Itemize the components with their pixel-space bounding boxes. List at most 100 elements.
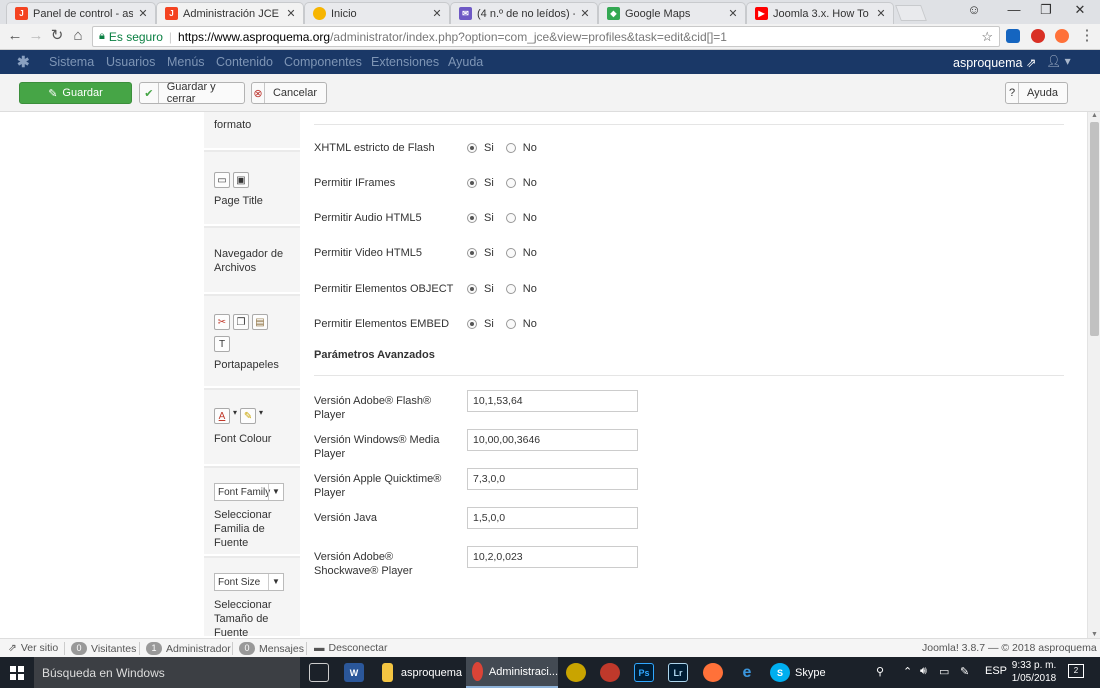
profile-icon[interactable]: ☺	[962, 2, 986, 17]
notifications-icon[interactable]: 2	[1068, 664, 1084, 678]
radio-yes[interactable]: Si	[467, 142, 494, 154]
radio-no[interactable]: No	[505, 142, 537, 154]
taskbar-app-skype[interactable]: S Skype	[766, 657, 826, 688]
help-button[interactable]: ? Ayuda	[1005, 82, 1068, 104]
shockwave-version-input[interactable]	[467, 546, 638, 568]
minimize-button[interactable]: —	[1002, 2, 1026, 17]
pen-icon[interactable]: ✎	[960, 665, 969, 678]
reload-icon[interactable]: ↻	[48, 28, 66, 44]
app-icon[interactable]	[566, 663, 586, 682]
scroll-down-arrow-icon[interactable]: ▼	[1088, 631, 1100, 638]
radio-yes[interactable]: Si	[467, 247, 494, 259]
menu-menus[interactable]: Menús	[167, 55, 205, 69]
messages-status[interactable]: 0 Mensajes	[239, 642, 304, 655]
close-icon[interactable]: ✕	[579, 7, 591, 20]
view-site-link[interactable]: ⇗ Ver sitio	[8, 642, 58, 654]
clock[interactable]: 9:33 p. m. 1/05/2018	[1005, 659, 1063, 685]
page-title-icon[interactable]: ▣	[233, 172, 249, 188]
windows-media-version-input[interactable]	[467, 429, 638, 451]
scroll-thumb[interactable]	[1090, 122, 1099, 336]
close-icon[interactable]: ✕	[137, 7, 149, 20]
menu-extensiones[interactable]: Extensiones	[371, 55, 439, 69]
back-arrow-icon[interactable]: ←	[6, 28, 24, 44]
close-icon[interactable]: ✕	[431, 7, 443, 20]
vertical-scrollbar[interactable]: ▲ ▼	[1087, 112, 1100, 638]
paste-text-icon[interactable]: T	[214, 336, 230, 352]
close-window-button[interactable]: ✕	[1068, 2, 1092, 18]
volume-icon[interactable]: 🔊︎	[920, 665, 927, 678]
word-icon[interactable]: W	[344, 663, 364, 682]
browser-tab-google-maps[interactable]: ◆ Google Maps ✕	[598, 2, 746, 24]
start-button[interactable]	[0, 657, 34, 688]
lightroom-icon[interactable]: Lr	[668, 663, 688, 682]
save-button[interactable]: ✎ Guardar	[19, 82, 132, 104]
save-and-close-button[interactable]: ✔ Guardar y cerrar	[139, 81, 245, 105]
plugin-group-page-title[interactable]: ▭ ▣ Page Title	[204, 152, 300, 226]
joomla-logo-icon[interactable]: ✱	[17, 53, 30, 71]
text-color-icon[interactable]: A	[214, 408, 230, 424]
java-version-input[interactable]	[467, 507, 638, 529]
taskbar-app-explorer[interactable]: asproquema	[376, 657, 462, 688]
restore-button[interactable]: ❐	[1034, 2, 1058, 18]
logout-link[interactable]: ▬ Desconectar	[314, 642, 387, 654]
user-menu-icon[interactable]: 👤︎ ▾	[1046, 54, 1071, 68]
chevron-down-icon[interactable]: ▾	[233, 408, 237, 424]
photoshop-icon[interactable]: Ps	[634, 663, 654, 682]
radio-yes[interactable]: Si	[467, 283, 494, 295]
extension-icon[interactable]	[1006, 29, 1020, 43]
chevron-down-icon[interactable]: ▾	[259, 408, 263, 424]
plugin-group-file-browser[interactable]: Navegador de Archivos	[204, 228, 300, 294]
people-icon[interactable]: ⚲	[876, 665, 884, 678]
new-tab-button[interactable]	[895, 5, 927, 21]
admin-status[interactable]: 1 Administrador	[146, 642, 231, 655]
browser-tab-youtube[interactable]: ▶ Joomla 3.x. How To Insert ✕	[746, 2, 894, 24]
extension-icon[interactable]	[1031, 29, 1045, 43]
plugin-group-formato[interactable]: formato	[204, 112, 300, 150]
extension-icon[interactable]	[1055, 29, 1069, 43]
site-link[interactable]: asproquema ⇗	[953, 55, 1036, 70]
browser-tab-mail[interactable]: ✉ (4 n.º de no leídos) - cag ✕	[450, 2, 598, 24]
menu-dots-icon[interactable]: ⋮	[1078, 28, 1096, 44]
taskbar-app-chrome[interactable]: Administraci...	[466, 657, 558, 688]
menu-usuarios[interactable]: Usuarios	[106, 55, 155, 69]
copy-icon[interactable]: ❐	[233, 314, 249, 330]
menu-contenido[interactable]: Contenido	[216, 55, 273, 69]
horizontal-rule-icon[interactable]: ▭	[214, 172, 230, 188]
radio-no[interactable]: No	[505, 177, 537, 189]
chevron-up-icon[interactable]: ⌃	[903, 665, 912, 678]
language-indicator[interactable]: ESP	[985, 665, 1007, 677]
plugin-group-clipboard[interactable]: ✂ ❐ ▤ T Portapapeles	[204, 296, 300, 388]
close-icon[interactable]: ✕	[727, 7, 739, 20]
close-icon[interactable]: ✕	[875, 7, 887, 20]
font-family-select[interactable]: Font Family ▼	[214, 483, 284, 501]
windows-search-box[interactable]: Búsqueda en Windows	[34, 657, 300, 688]
network-icon[interactable]: ▭	[939, 665, 949, 678]
font-size-select[interactable]: Font Size ▼	[214, 573, 284, 591]
app-icon[interactable]	[600, 663, 620, 682]
plugin-group-font-colour[interactable]: A ▾ ✎ ▾ Font Colour	[204, 390, 300, 466]
scroll-up-arrow-icon[interactable]: ▲	[1088, 112, 1100, 119]
menu-ayuda[interactable]: Ayuda	[448, 55, 483, 69]
menu-componentes[interactable]: Componentes	[284, 55, 362, 69]
plugin-group-font-size[interactable]: Font Size ▼ Seleccionar Tamaño de Fuente	[204, 558, 300, 638]
forward-arrow-icon[interactable]: →	[27, 28, 45, 44]
radio-yes[interactable]: Si	[467, 212, 494, 224]
browser-tab-panel-control[interactable]: J Panel de control - asproq ✕	[6, 2, 156, 24]
edge-icon[interactable]: e	[737, 663, 757, 682]
radio-no[interactable]: No	[505, 212, 537, 224]
home-icon[interactable]: ⌂	[69, 28, 87, 44]
flash-version-input[interactable]	[467, 390, 638, 412]
highlight-color-icon[interactable]: ✎	[240, 408, 257, 424]
radio-yes[interactable]: Si	[467, 177, 494, 189]
browser-tab-jce-admin[interactable]: J Administración JCE :: Edi ✕	[156, 2, 304, 24]
address-bar[interactable]: 🔒︎ Es seguro | https://www.asproquema.or…	[92, 26, 1000, 47]
radio-no[interactable]: No	[505, 247, 537, 259]
firefox-icon[interactable]	[703, 663, 723, 682]
paste-icon[interactable]: ▤	[252, 314, 268, 330]
cancel-button[interactable]: ⊗ Cancelar	[251, 82, 327, 104]
plugin-group-font-family[interactable]: Font Family ▼ Seleccionar Familia de Fue…	[204, 468, 300, 556]
radio-no[interactable]: No	[505, 283, 537, 295]
task-view-icon[interactable]	[309, 663, 329, 682]
radio-yes[interactable]: Si	[467, 318, 494, 330]
menu-sistema[interactable]: Sistema	[49, 55, 94, 69]
